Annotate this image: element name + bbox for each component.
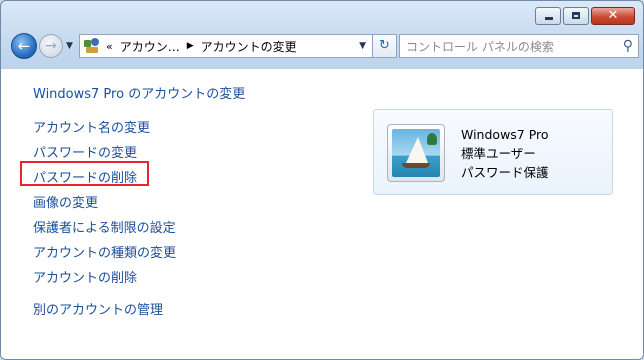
- breadcrumb-overflow-chevron[interactable]: «: [106, 40, 113, 53]
- search-placeholder: コントロール パネルの検索: [406, 39, 554, 54]
- maximize-button[interactable]: [563, 7, 589, 25]
- parental-controls-link[interactable]: 保護者による制限の設定: [33, 217, 176, 236]
- account-details: Windows7 Pro 標準ユーザー パスワード保護: [461, 125, 549, 182]
- change-account-name-link[interactable]: アカウント名の変更: [33, 117, 150, 136]
- recent-pages-dropdown-icon[interactable]: ▼: [66, 41, 73, 51]
- close-button[interactable]: ✕: [591, 7, 635, 25]
- maximize-icon: [572, 12, 580, 19]
- sailboat-picture-icon: [392, 129, 440, 177]
- back-button[interactable]: ←: [11, 33, 37, 59]
- delete-account-link[interactable]: アカウントの削除: [33, 267, 137, 286]
- breadcrumb-item[interactable]: アカウン…: [120, 38, 180, 55]
- change-account-type-link[interactable]: アカウントの種類の変更: [33, 242, 176, 261]
- control-panel-window: ✕ ← → ▼ « アカウン… ▶ アカウントの変更 ▼ ↻ コントロール パネ…: [0, 0, 644, 360]
- refresh-button[interactable]: ↻: [373, 34, 397, 58]
- control-panel-icon: [84, 38, 100, 54]
- search-input[interactable]: コントロール パネルの検索 ⚲: [399, 34, 639, 58]
- main-content: Windows7 Pro のアカウントの変更 アカウント名の変更 パスワードの変…: [1, 69, 643, 359]
- account-name: Windows7 Pro: [461, 127, 549, 142]
- page-heading-link[interactable]: Windows7 Pro のアカウントの変更: [33, 83, 245, 102]
- search-icon[interactable]: ⚲: [623, 38, 633, 54]
- address-bar[interactable]: « アカウン… ▶ アカウントの変更 ▼: [79, 34, 373, 58]
- minimize-button[interactable]: [535, 7, 561, 25]
- manage-another-account-link[interactable]: 別のアカウントの管理: [33, 299, 163, 318]
- minimize-icon: [545, 17, 553, 20]
- account-picture: [387, 124, 445, 182]
- forward-button[interactable]: →: [39, 34, 63, 58]
- account-type: 標準ユーザー: [461, 146, 536, 161]
- close-icon: ✕: [607, 8, 619, 23]
- change-password-link[interactable]: パスワードの変更: [33, 142, 137, 161]
- change-picture-link[interactable]: 画像の変更: [33, 192, 98, 211]
- breadcrumb-item-current[interactable]: アカウントの変更: [201, 38, 297, 55]
- highlight-box: [20, 161, 149, 186]
- account-card: Windows7 Pro 標準ユーザー パスワード保護: [373, 109, 613, 195]
- navigation-bar: ← → ▼ « アカウン… ▶ アカウントの変更 ▼ ↻ コントロール パネルの…: [9, 33, 639, 61]
- account-status: パスワード保護: [461, 165, 549, 180]
- breadcrumb-arrow-icon[interactable]: ▶: [187, 41, 194, 51]
- caption-buttons: ✕: [535, 7, 635, 25]
- address-dropdown-icon[interactable]: ▼: [359, 41, 366, 51]
